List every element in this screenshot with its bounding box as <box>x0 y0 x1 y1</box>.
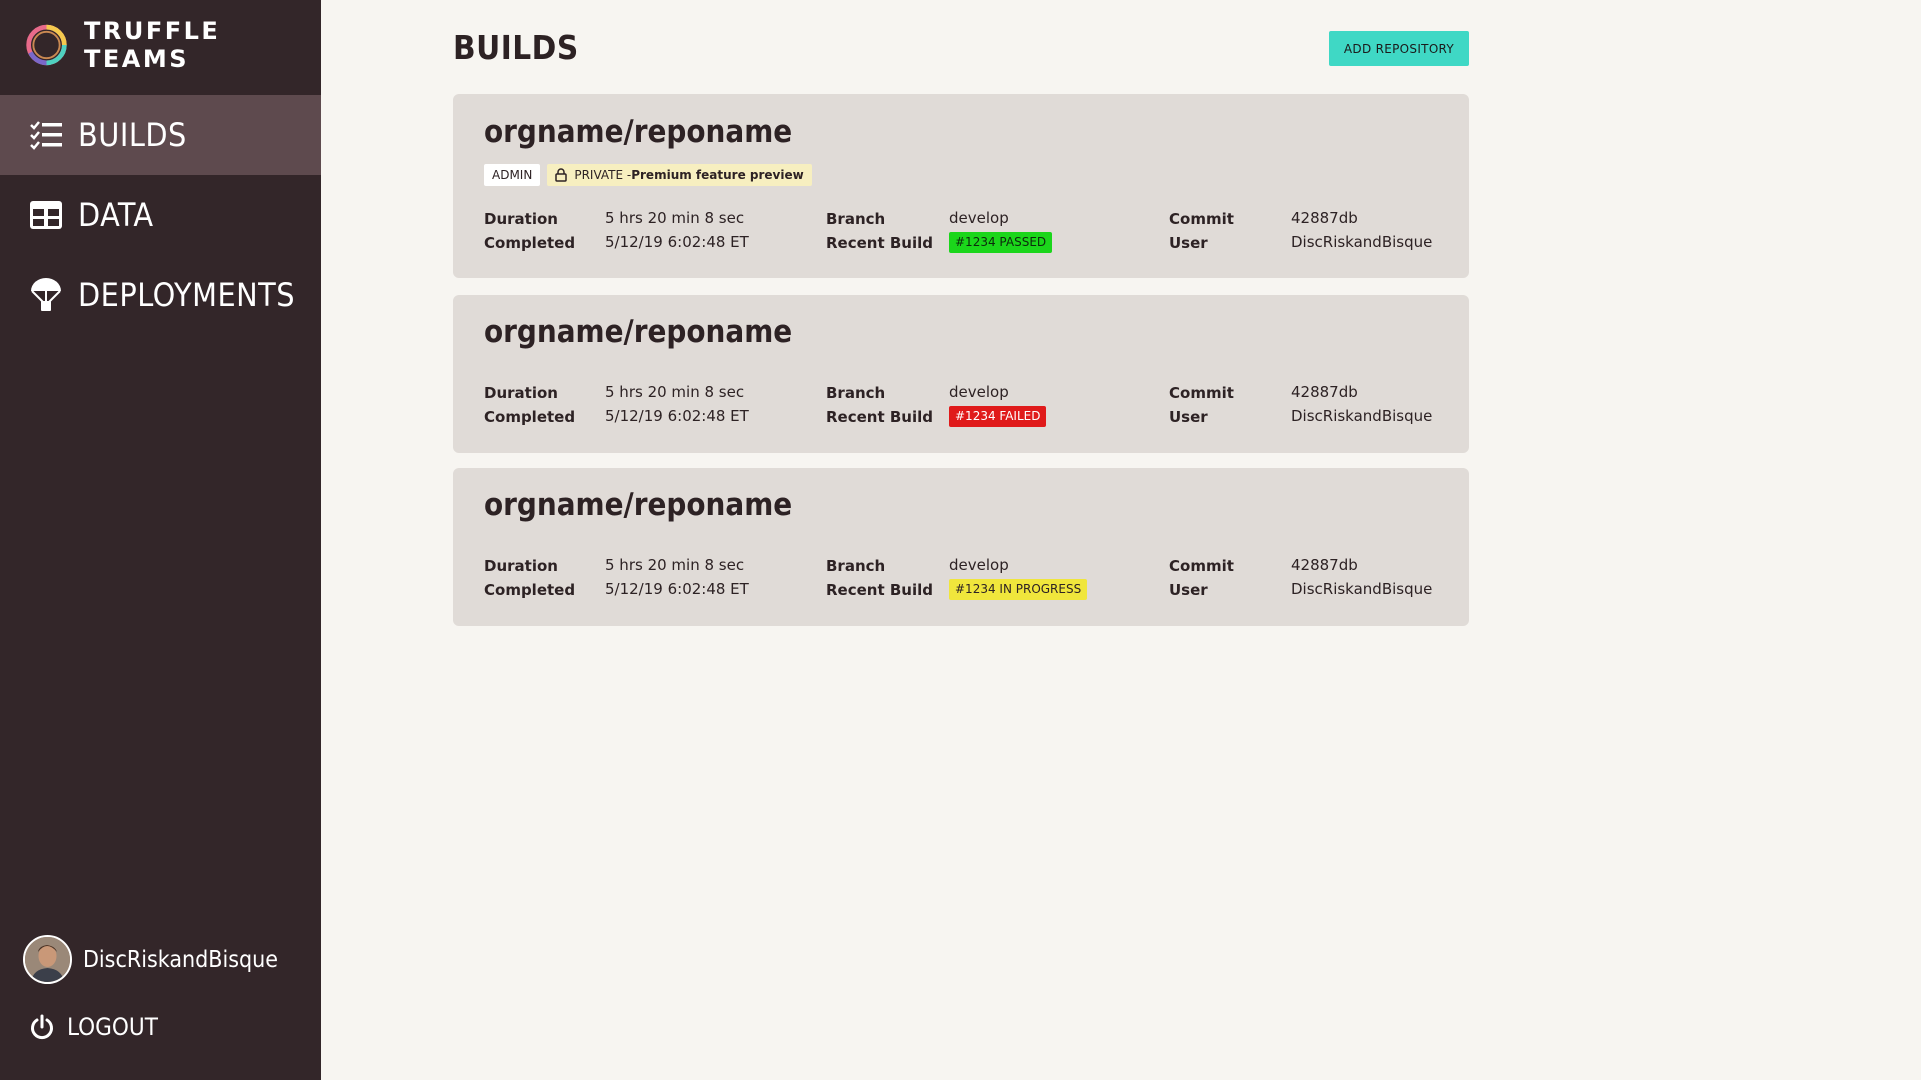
repo-name[interactable]: orgname/reponame <box>484 487 792 523</box>
branch-value: develop <box>949 556 1009 574</box>
page-title: BUILDS <box>453 28 579 67</box>
sidebar: TRUFFLE TEAMS BUILDS DATA DEPLOYMENTS Di… <box>0 0 321 1080</box>
add-repository-button[interactable]: ADD REPOSITORY <box>1329 31 1469 66</box>
logout-button[interactable]: LOGOUT <box>29 1013 158 1041</box>
data-table-icon <box>28 197 64 233</box>
sidebar-item-label: DEPLOYMENTS <box>78 276 296 314</box>
lock-icon <box>555 168 568 182</box>
sidebar-item-builds[interactable]: BUILDS <box>0 95 321 175</box>
completed-label: Completed <box>484 408 576 426</box>
commit-value[interactable]: 42887db <box>1291 383 1358 401</box>
recent-build-label: Recent Build <box>826 408 933 426</box>
build-card[interactable]: orgname/reponame Duration Completed 5 hr… <box>453 295 1469 453</box>
user-value: DiscRiskandBisque <box>1291 580 1433 598</box>
build-card[interactable]: orgname/reponame ADMIN PRIVATE - Premium… <box>453 94 1469 278</box>
sidebar-item-deployments[interactable]: DEPLOYMENTS <box>0 255 321 335</box>
brand-name: TRUFFLE TEAMS <box>83 17 221 73</box>
completed-value: 5/12/19 6:02:48 ET <box>605 580 749 598</box>
commit-label: Commit <box>1169 210 1234 228</box>
recent-build-label: Recent Build <box>826 234 933 252</box>
user-value: DiscRiskandBisque <box>1291 233 1433 251</box>
truffle-logo-icon <box>26 24 67 66</box>
completed-value: 5/12/19 6:02:48 ET <box>605 407 749 425</box>
branch-label: Branch <box>826 384 886 402</box>
repo-name[interactable]: orgname/reponame <box>484 114 792 150</box>
sidebar-item-data[interactable]: DATA <box>0 175 321 255</box>
branch-label: Branch <box>826 557 886 575</box>
completed-value: 5/12/19 6:02:48 ET <box>605 233 749 251</box>
completed-label: Completed <box>484 581 576 599</box>
private-label: PRIVATE - <box>574 168 632 182</box>
admin-badge: ADMIN <box>484 164 541 186</box>
duration-value: 5 hrs 20 min 8 sec <box>605 556 745 574</box>
status-badge-failed[interactable]: #1234 FAILED <box>949 406 1047 427</box>
duration-value: 5 hrs 20 min 8 sec <box>605 209 745 227</box>
private-badge: PRIVATE - Premium feature preview <box>547 164 812 186</box>
duration-value: 5 hrs 20 min 8 sec <box>605 383 745 401</box>
username: DiscRiskandBisque <box>83 946 278 973</box>
user-profile[interactable]: DiscRiskandBisque <box>23 935 278 984</box>
completed-label: Completed <box>484 234 576 252</box>
status-badge-in-progress[interactable]: #1234 IN PROGRESS <box>949 579 1088 600</box>
repo-name[interactable]: orgname/reponame <box>484 314 792 350</box>
premium-preview-label: Premium feature preview <box>631 168 804 182</box>
recent-build-label: Recent Build <box>826 581 933 599</box>
builds-list-icon <box>28 117 64 153</box>
user-label: User <box>1169 234 1208 252</box>
user-value: DiscRiskandBisque <box>1291 407 1433 425</box>
branch-label: Branch <box>826 210 886 228</box>
sidebar-nav: BUILDS DATA DEPLOYMENTS <box>0 95 321 335</box>
logout-label: LOGOUT <box>67 1013 158 1041</box>
repo-tags: ADMIN PRIVATE - Premium feature preview <box>484 164 819 186</box>
power-icon <box>31 1014 53 1040</box>
duration-label: Duration <box>484 210 558 228</box>
sidebar-item-label: BUILDS <box>78 116 187 154</box>
brand[interactable]: TRUFFLE TEAMS <box>23 17 321 73</box>
commit-value[interactable]: 42887db <box>1291 556 1358 574</box>
status-badge-passed[interactable]: #1234 PASSED <box>949 232 1053 253</box>
branch-value: develop <box>949 209 1009 227</box>
duration-label: Duration <box>484 557 558 575</box>
user-label: User <box>1169 408 1208 426</box>
duration-label: Duration <box>484 384 558 402</box>
build-card[interactable]: orgname/reponame Duration Completed 5 hr… <box>453 468 1469 626</box>
commit-label: Commit <box>1169 557 1234 575</box>
commit-value[interactable]: 42887db <box>1291 209 1358 227</box>
sidebar-item-label: DATA <box>78 196 154 234</box>
avatar <box>23 935 72 984</box>
user-label: User <box>1169 581 1208 599</box>
commit-label: Commit <box>1169 384 1234 402</box>
branch-value: develop <box>949 383 1009 401</box>
parachute-icon <box>28 277 64 313</box>
